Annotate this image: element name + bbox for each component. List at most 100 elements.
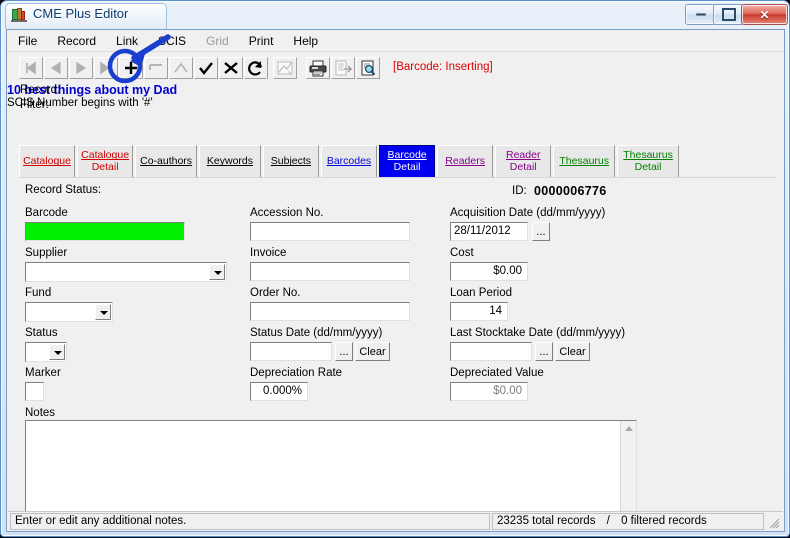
filtered-records: 0 filtered records bbox=[621, 515, 707, 527]
tab-thesaurus-label: Thesaurus bbox=[559, 154, 609, 167]
nav-next-icon bbox=[76, 61, 87, 75]
tab-bar: Catalogue Catalogue Detail Co-authors Ke… bbox=[19, 145, 679, 178]
id-value: 0000006776 bbox=[534, 184, 607, 198]
menu-print[interactable]: Print bbox=[240, 31, 283, 51]
tab-barcode-detail[interactable]: Barcode Detail bbox=[379, 145, 436, 178]
title-bar: CME Plus Editor ✕ bbox=[1, 1, 790, 29]
tab-barcodes[interactable]: Barcodes bbox=[320, 145, 378, 178]
tab-co-authors[interactable]: Co-authors bbox=[135, 145, 198, 178]
menu-record[interactable]: Record bbox=[48, 31, 105, 51]
toolbar: [Barcode: Inserting] bbox=[7, 52, 784, 82]
menu-grid: Grid bbox=[206, 33, 229, 48]
id-label: ID: bbox=[512, 185, 527, 197]
depreciation-rate-label: Depreciation Rate bbox=[250, 367, 343, 379]
barcode-label: Barcode bbox=[25, 207, 68, 219]
invoice-input[interactable] bbox=[250, 262, 410, 281]
record-counts: 23235 total records / 0 filtered records bbox=[492, 513, 764, 530]
tab-readers[interactable]: Readers bbox=[437, 145, 494, 178]
scroll-up-icon[interactable] bbox=[621, 421, 636, 436]
nav-first-icon bbox=[26, 61, 36, 75]
acquisition-date-picker-button[interactable]: ... bbox=[532, 222, 550, 241]
tab-catalogue-label: Catalogue bbox=[23, 154, 71, 167]
tab-reader-detail-label1: Reader bbox=[506, 149, 541, 161]
marker-input[interactable] bbox=[25, 382, 44, 401]
loan-period-input[interactable]: 14 bbox=[450, 302, 508, 321]
plus-icon bbox=[125, 62, 137, 74]
menu-help[interactable]: Help bbox=[284, 31, 327, 51]
tab-catalogue-detail[interactable]: Catalogue Detail bbox=[77, 145, 134, 178]
close-button[interactable]: ✕ bbox=[741, 4, 788, 25]
tab-reader-detail[interactable]: Reader Detail bbox=[495, 145, 552, 178]
last-record-button bbox=[94, 57, 118, 79]
status-date-picker-button[interactable]: ... bbox=[335, 342, 353, 361]
cost-label: Cost bbox=[450, 247, 474, 259]
chevron-down-icon[interactable] bbox=[95, 304, 111, 320]
accession-no-input[interactable] bbox=[250, 222, 410, 241]
edit-record-button bbox=[169, 57, 193, 79]
tab-thesaurus-detail[interactable]: Thesaurus Detail bbox=[617, 145, 679, 178]
minimize-icon bbox=[686, 5, 715, 24]
resize-grip[interactable] bbox=[768, 516, 780, 529]
filter-label: Filter: bbox=[20, 99, 49, 111]
supplier-combobox[interactable] bbox=[25, 262, 227, 282]
depreciated-value-label: Depreciated Value bbox=[450, 367, 544, 379]
fund-combobox[interactable] bbox=[25, 302, 113, 322]
cancel-edit-button[interactable] bbox=[219, 57, 243, 79]
status-date-clear-button[interactable]: Clear bbox=[355, 342, 390, 361]
menu-scis[interactable]: SCIS bbox=[149, 31, 195, 51]
last-stocktake-date-input[interactable] bbox=[450, 342, 532, 361]
depreciated-value-input: $0.00 bbox=[450, 382, 528, 401]
tab-keywords[interactable]: Keywords bbox=[199, 145, 261, 178]
status-date-input[interactable] bbox=[250, 342, 332, 361]
last-stocktake-date-clear-button[interactable]: Clear bbox=[555, 342, 590, 361]
notes-label: Notes bbox=[25, 407, 56, 419]
last-stocktake-date-picker-button[interactable]: ... bbox=[535, 342, 553, 361]
tab-readers-label: Readers bbox=[445, 154, 485, 167]
tab-barcode-detail-label2: Detail bbox=[393, 160, 421, 173]
cross-icon bbox=[224, 62, 238, 74]
tab-barcodes-label: Barcodes bbox=[326, 154, 372, 167]
barcode-input[interactable] bbox=[25, 222, 185, 241]
tab-subjects[interactable]: Subjects bbox=[262, 145, 319, 178]
refresh-button[interactable] bbox=[244, 57, 268, 79]
report-button bbox=[331, 57, 355, 79]
delete-record-button bbox=[144, 57, 168, 79]
order-no-input[interactable] bbox=[250, 302, 410, 321]
status-combobox[interactable] bbox=[25, 342, 67, 362]
tab-thesaurus-detail-label1: Thesaurus bbox=[623, 149, 673, 161]
fund-label: Fund bbox=[25, 287, 52, 299]
order-no-label: Order No. bbox=[250, 287, 301, 299]
status-date-label: Status Date (dd/mm/yyyy) bbox=[250, 327, 383, 339]
previous-record-button bbox=[44, 57, 68, 79]
tab-thesaurus[interactable]: Thesaurus bbox=[553, 145, 616, 178]
toolbar-separator bbox=[266, 57, 267, 79]
tab-keywords-label: Keywords bbox=[206, 154, 253, 167]
tab-barcode-detail-label1: Barcode bbox=[387, 149, 427, 161]
edit-caret-icon bbox=[174, 62, 188, 73]
close-icon: ✕ bbox=[759, 7, 770, 22]
depreciation-rate-input[interactable]: 0.000% bbox=[250, 382, 308, 401]
record-info: Record: 10 best things about my Dad Filt… bbox=[7, 83, 784, 113]
loan-period-label: Loan Period bbox=[450, 287, 513, 299]
tab-divider bbox=[19, 177, 777, 178]
record-label: Record: bbox=[20, 84, 61, 96]
record-value: 10 best things about my Dad bbox=[7, 83, 178, 97]
printer-icon bbox=[309, 60, 327, 77]
minimize-button[interactable] bbox=[685, 4, 716, 25]
menu-file[interactable]: File bbox=[9, 31, 46, 51]
acquisition-date-input[interactable]: 28/11/2012 bbox=[450, 222, 528, 241]
marker-label: Marker bbox=[25, 367, 61, 379]
chart-button bbox=[273, 57, 297, 79]
cost-input[interactable]: $0.00 bbox=[450, 262, 528, 281]
tab-catalogue[interactable]: Catalogue bbox=[19, 145, 76, 178]
chevron-down-icon[interactable] bbox=[209, 264, 225, 280]
maximize-button[interactable] bbox=[713, 4, 744, 25]
tab-catalogue-detail-label2: Detail bbox=[91, 160, 119, 173]
chevron-down-icon[interactable] bbox=[49, 344, 65, 360]
post-edit-button[interactable] bbox=[194, 57, 218, 79]
menu-link[interactable]: Link bbox=[107, 31, 147, 51]
print-button[interactable] bbox=[306, 57, 330, 79]
barcode-detail-form: Record Status: ID: 0000006776 Barcode Su… bbox=[7, 180, 784, 529]
add-record-button[interactable] bbox=[119, 57, 143, 79]
print-preview-button[interactable] bbox=[356, 57, 380, 79]
